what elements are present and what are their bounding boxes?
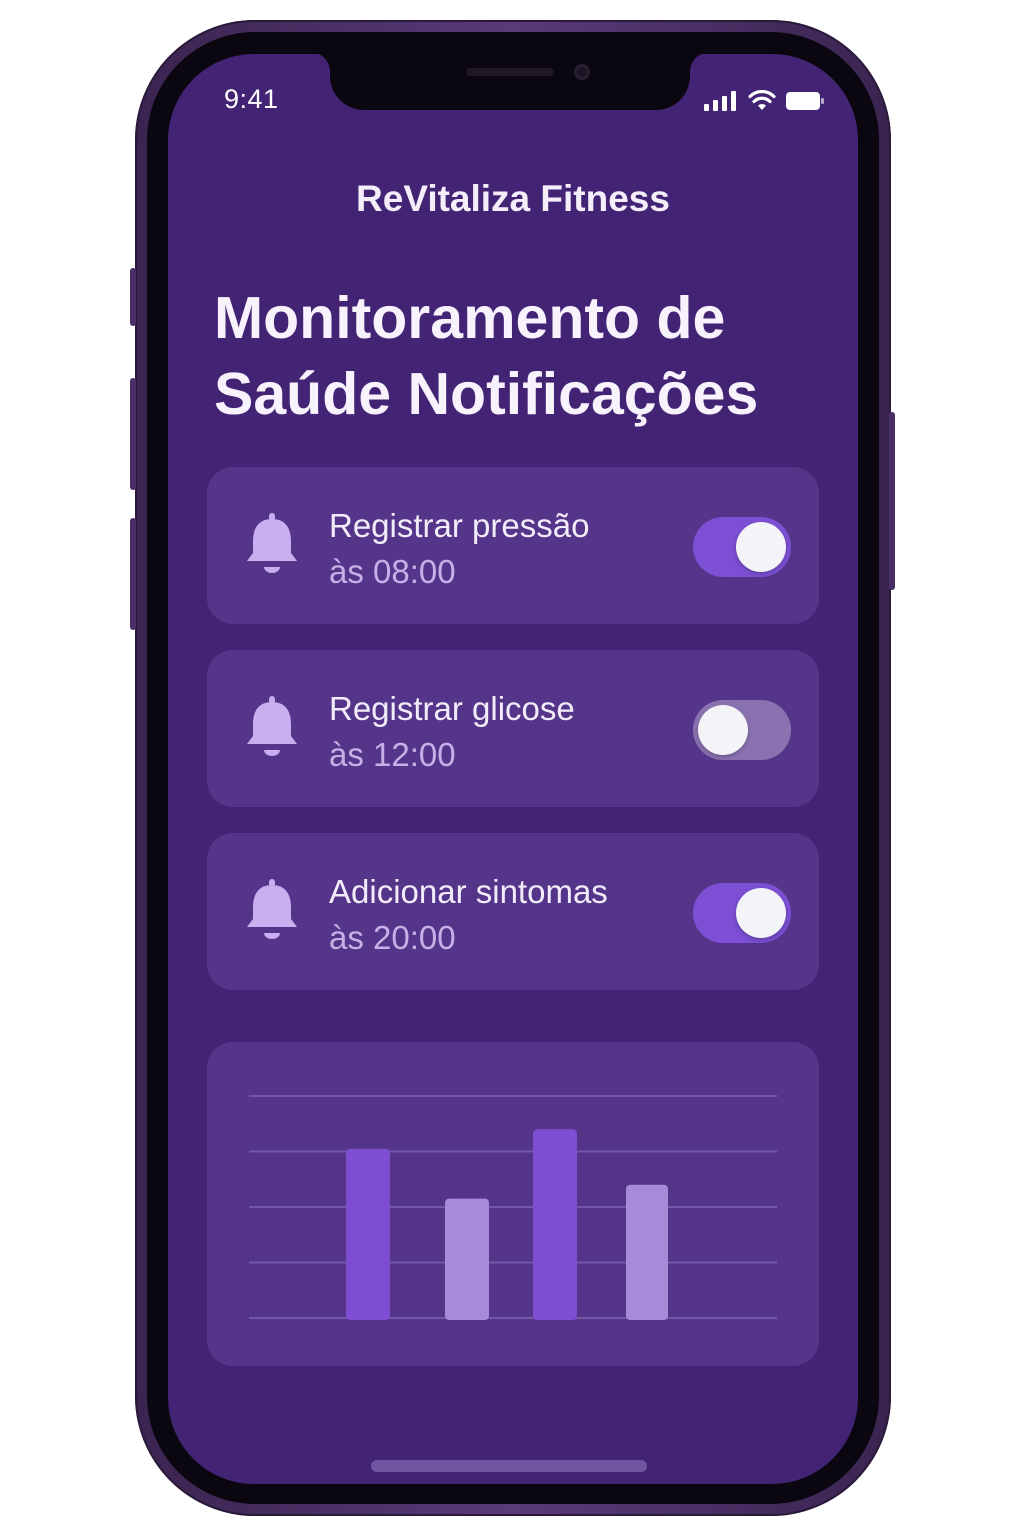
page-title: Monitoramento de Saúde Notificações bbox=[214, 285, 759, 427]
notch bbox=[310, 54, 710, 110]
notification-card-blood-pressure[interactable]: Registrar pressão às 08:00 bbox=[207, 467, 819, 624]
battery-icon bbox=[786, 92, 824, 110]
toggle-switch-blood-pressure[interactable] bbox=[693, 517, 791, 577]
power-button bbox=[889, 412, 895, 590]
health-chart-card bbox=[207, 1042, 819, 1366]
volume-down-button bbox=[130, 518, 136, 630]
app-screen: 9:41 ReVitaliza Fitness Monitoramento de… bbox=[168, 54, 858, 1484]
notification-time: às 20:00 bbox=[329, 919, 456, 956]
phone-mockup: 9:41 ReVitaliza Fitness Monitoramento de… bbox=[0, 0, 1024, 1536]
notification-title: Adicionar sintomas bbox=[329, 873, 608, 910]
cellular-signal-icon bbox=[704, 91, 736, 111]
chart-bar bbox=[626, 1184, 668, 1320]
notification-time: às 12:00 bbox=[329, 736, 456, 773]
bell-icon bbox=[247, 879, 297, 939]
status-icons bbox=[704, 90, 824, 112]
notification-title: Registrar glicose bbox=[329, 690, 575, 727]
wifi-icon bbox=[748, 90, 776, 110]
notification-card-symptoms[interactable]: Adicionar sintomas às 20:00 bbox=[207, 833, 819, 990]
volume-up-button bbox=[130, 378, 136, 490]
bell-icon bbox=[247, 696, 297, 756]
front-camera bbox=[574, 64, 590, 80]
toggle-knob bbox=[736, 888, 786, 938]
chart-bar bbox=[533, 1129, 577, 1320]
app-title: ReVitaliza Fitness bbox=[356, 178, 670, 219]
toggle-knob bbox=[736, 522, 786, 572]
toggle-knob bbox=[698, 705, 748, 755]
status-time: 9:41 bbox=[224, 84, 279, 114]
chart-bar bbox=[445, 1198, 489, 1320]
toggle-switch-symptoms[interactable] bbox=[693, 883, 791, 943]
bar-chart bbox=[249, 1095, 777, 1320]
notification-time: às 08:00 bbox=[329, 553, 456, 590]
home-indicator[interactable] bbox=[371, 1460, 647, 1472]
speaker-grille bbox=[466, 68, 554, 76]
notification-card-glucose[interactable]: Registrar glicose às 12:00 bbox=[207, 650, 819, 807]
silent-switch bbox=[130, 268, 136, 326]
notification-title: Registrar pressão bbox=[329, 507, 590, 544]
bell-icon bbox=[247, 513, 297, 573]
chart-bar bbox=[346, 1148, 390, 1320]
toggle-switch-glucose[interactable] bbox=[693, 700, 791, 760]
